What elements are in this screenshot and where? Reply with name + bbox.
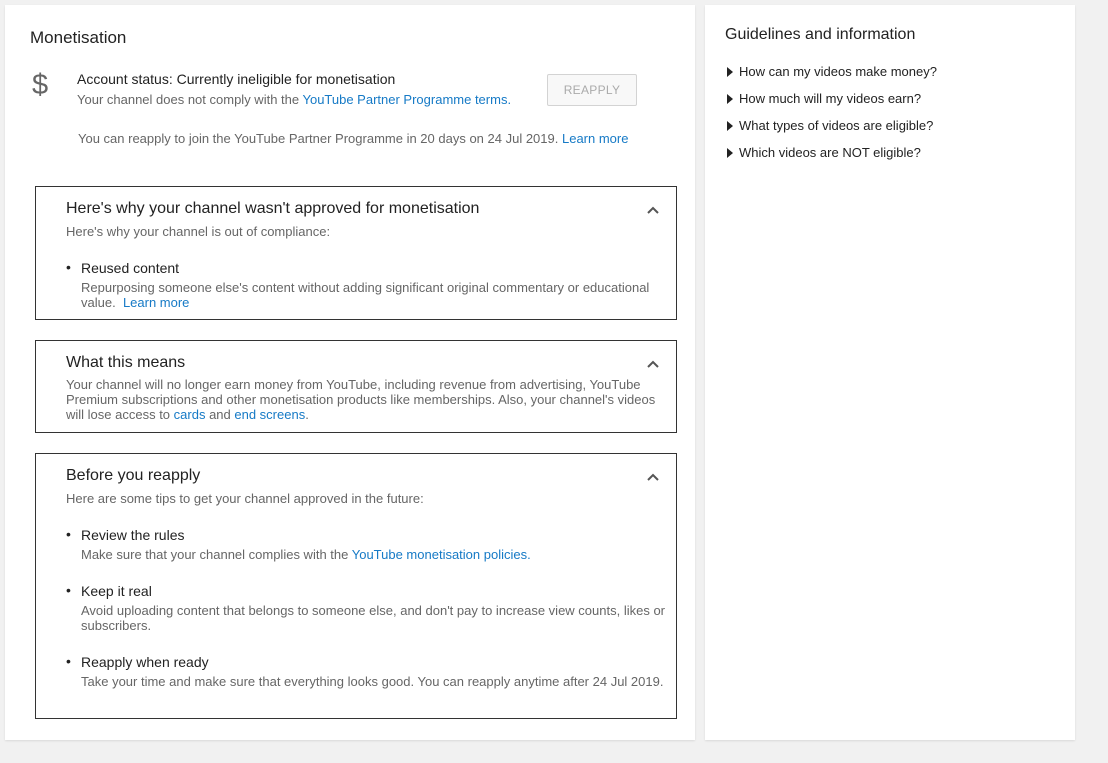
chevron-up-icon[interactable] xyxy=(646,203,660,217)
triangle-right-icon xyxy=(727,148,733,158)
section-heading: Here's why your channel wasn't approved … xyxy=(66,200,480,217)
account-status-detail: Your channel does not comply with the Yo… xyxy=(77,92,511,107)
guideline-label: What types of videos are eligible? xyxy=(739,118,934,133)
tip-title: Reapply when ready xyxy=(66,653,209,670)
dollar-icon: $ xyxy=(32,69,49,101)
monetisation-policies-link[interactable]: YouTube monetisation policies. xyxy=(352,547,531,562)
means-suffix-text: . xyxy=(305,407,309,422)
tip-description: Avoid uploading content that belongs to … xyxy=(81,603,666,633)
reason-title: Reused content xyxy=(66,259,179,276)
account-status: Account status: Currently ineligible for… xyxy=(77,71,396,87)
section-subtitle: Here are some tips to get your channel a… xyxy=(66,491,424,506)
section-body: Your channel will no longer earn money f… xyxy=(66,377,666,422)
before-you-reapply-section: Before you reapply Here are some tips to… xyxy=(35,453,677,719)
tip-description-text: Make sure that your channel complies wit… xyxy=(81,547,352,562)
means-body-text: Your channel will no longer earn money f… xyxy=(66,377,656,422)
tip-description: Take your time and make sure that everyt… xyxy=(81,674,664,689)
guidelines-card: Guidelines and information How can my vi… xyxy=(705,5,1075,740)
reason-description: Repurposing someone else's content witho… xyxy=(81,280,671,310)
section-subtitle: Here's why your channel is out of compli… xyxy=(66,224,331,239)
end-screens-link[interactable]: end screens xyxy=(234,407,305,422)
what-this-means-section: What this means Your channel will no lon… xyxy=(35,340,677,433)
why-not-approved-section: Here's why your channel wasn't approved … xyxy=(35,186,677,320)
section-heading: What this means xyxy=(66,354,186,371)
tip-title: Keep it real xyxy=(66,582,152,599)
reapply-note-text: You can reapply to join the YouTube Part… xyxy=(78,131,562,146)
learn-more-link[interactable]: Learn more xyxy=(562,131,628,146)
cards-link[interactable]: cards xyxy=(174,407,206,422)
guideline-label: Which videos are NOT eligible? xyxy=(739,145,921,160)
reapply-note: You can reapply to join the YouTube Part… xyxy=(78,131,628,146)
guideline-label: How much will my videos earn? xyxy=(739,91,922,106)
partner-programme-terms-link[interactable]: YouTube Partner Programme terms. xyxy=(302,92,511,107)
reapply-button[interactable]: REAPPLY xyxy=(547,74,637,106)
guideline-item[interactable]: How can my videos make money? xyxy=(727,64,937,91)
guideline-item[interactable]: How much will my videos earn? xyxy=(727,91,937,118)
guidelines-list: How can my videos make money? How much w… xyxy=(727,64,937,172)
tip-title: Review the rules xyxy=(66,526,184,543)
triangle-right-icon xyxy=(727,121,733,131)
means-and-text: and xyxy=(205,407,235,422)
triangle-right-icon xyxy=(727,94,733,104)
page-title: Monetisation xyxy=(30,28,127,47)
chevron-up-icon[interactable] xyxy=(646,357,660,371)
section-heading: Before you reapply xyxy=(66,467,201,484)
reason-learn-more-link[interactable]: Learn more xyxy=(123,295,189,310)
triangle-right-icon xyxy=(727,67,733,77)
tip-description: Make sure that your channel complies wit… xyxy=(81,547,671,562)
guideline-item[interactable]: Which videos are NOT eligible? xyxy=(727,145,937,172)
guidelines-title: Guidelines and information xyxy=(725,26,916,43)
guideline-label: How can my videos make money? xyxy=(739,64,937,79)
guideline-item[interactable]: What types of videos are eligible? xyxy=(727,118,937,145)
chevron-up-icon[interactable] xyxy=(646,470,660,484)
status-detail-text: Your channel does not comply with the xyxy=(77,92,303,107)
monetisation-card: Monetisation $ Account status: Currently… xyxy=(5,5,695,740)
